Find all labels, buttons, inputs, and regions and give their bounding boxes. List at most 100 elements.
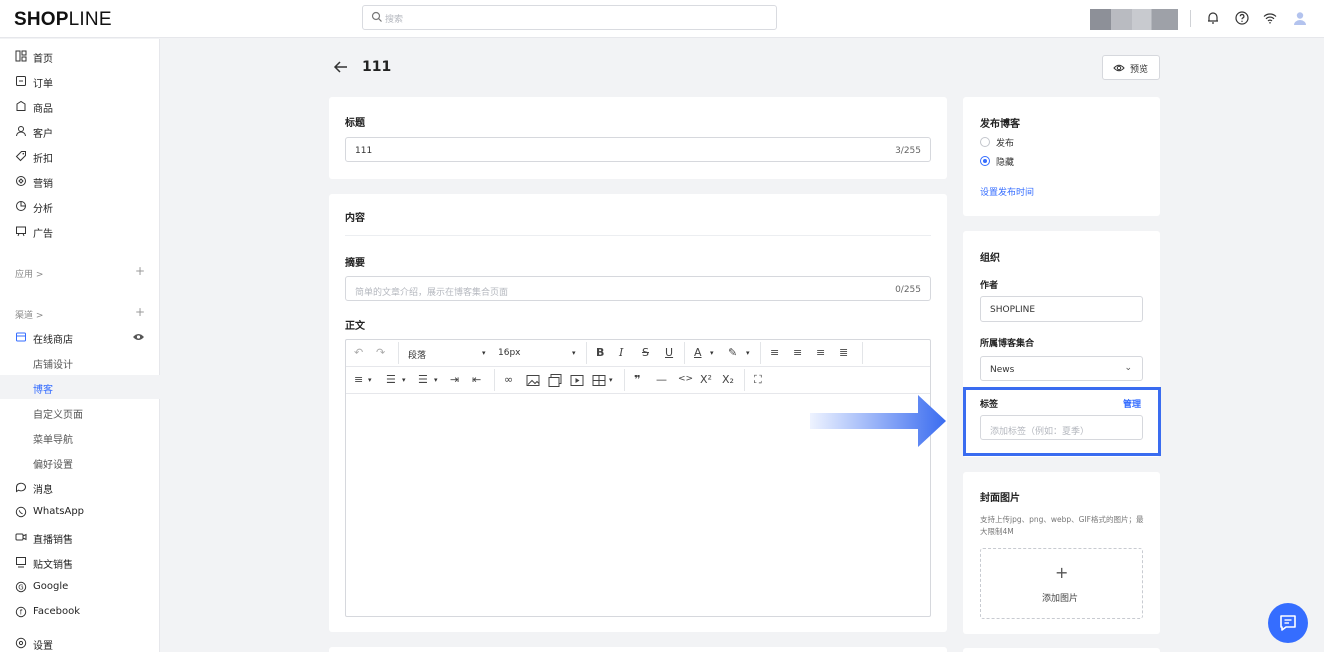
paragraph-dropdown-icon[interactable]: ▾: [482, 349, 486, 357]
sidebar-item-post-sales[interactable]: 贴文销售: [0, 550, 160, 574]
quote-icon[interactable]: ❞: [634, 373, 640, 388]
sidebar-item-messages[interactable]: 消息: [0, 475, 160, 499]
bullet-list-dropdown-icon[interactable]: ▾: [402, 376, 406, 384]
highlight-dropdown-icon[interactable]: ▾: [746, 349, 750, 357]
bullet-list-icon[interactable]: ☰: [386, 373, 396, 388]
publish-radio[interactable]: [980, 137, 990, 147]
toolbar-separator: [398, 342, 399, 364]
summary-label: 摘要: [345, 258, 365, 269]
text-color-dropdown-icon[interactable]: ▾: [710, 349, 714, 357]
sidebar-item-settings[interactable]: 设置: [0, 631, 160, 652]
next-side-card-peek: [963, 648, 1160, 652]
code-icon[interactable]: <>: [678, 374, 693, 389]
publish-card: 发布博客 发布 隐藏 设置发布时间: [963, 97, 1160, 216]
apps-section-label[interactable]: 应用 >: [15, 267, 43, 280]
upload-label: 添加图片: [1042, 594, 1079, 604]
marketing-icon: [16, 176, 26, 186]
underline-icon[interactable]: U: [665, 346, 673, 361]
organization-heading: 组织: [980, 253, 1000, 264]
sidebar-subitem-menu-nav[interactable]: 菜单导航: [0, 425, 160, 449]
channels-add-icon[interactable]: +: [135, 305, 145, 319]
body-label: 正文: [345, 321, 365, 332]
hide-option-label: 隐藏: [996, 158, 1015, 168]
align-left-icon[interactable]: ≡: [770, 346, 779, 361]
sidebar-item-whatsapp[interactable]: WhatsApp: [0, 500, 160, 524]
sidebar-item-customers[interactable]: 客户: [0, 119, 160, 143]
sidebar-subitem-preferences[interactable]: 偏好设置: [0, 450, 160, 474]
help-icon[interactable]: [1234, 10, 1250, 26]
fontsize-select[interactable]: 16px: [498, 348, 521, 358]
gallery-icon[interactable]: [548, 373, 562, 388]
back-arrow-icon[interactable]: [330, 58, 352, 76]
numbered-list-icon[interactable]: ☰: [418, 373, 428, 388]
link-icon[interactable]: ∞: [504, 373, 513, 388]
toolbar-separator: [760, 342, 761, 364]
sidebar-item-analytics[interactable]: 分析: [0, 194, 160, 218]
shopline-logo[interactable]: SHOPLINE: [14, 9, 112, 31]
schedule-publish-link[interactable]: 设置发布时间: [980, 185, 1034, 198]
sidebar-subitem-blog[interactable]: 博客: [0, 375, 160, 399]
sidebar-item-orders[interactable]: 订单: [0, 69, 160, 93]
bell-icon[interactable]: [1205, 10, 1221, 26]
sidebar-item-home[interactable]: 首页: [0, 44, 160, 68]
store-name-blurred[interactable]: [1090, 9, 1178, 30]
sidebar-item-google[interactable]: G Google: [0, 575, 160, 599]
bold-icon[interactable]: B: [596, 346, 604, 361]
sidebar-item-products[interactable]: 商品: [0, 94, 160, 118]
fullscreen-icon[interactable]: ⛶: [754, 373, 762, 388]
fontsize-dropdown-icon[interactable]: ▾: [572, 349, 576, 357]
table-dropdown-icon[interactable]: ▾: [609, 376, 613, 384]
rich-text-editor: ↶ ↷ 段落 ▾ 16px ▾ B I S U A ▾ ✎ ▾ ≡ ≡ ≡ ≣ …: [345, 339, 931, 617]
indent-icon[interactable]: ⇥: [450, 373, 459, 388]
line-height-dropdown-icon[interactable]: ▾: [368, 376, 372, 384]
hide-radio[interactable]: [980, 156, 990, 166]
sidebar-item-marketing[interactable]: 营销: [0, 169, 160, 193]
video-icon[interactable]: [570, 373, 584, 388]
align-justify-icon[interactable]: ≣: [839, 346, 848, 361]
search-placeholder: 搜索: [385, 15, 404, 25]
superscript-icon[interactable]: X²: [700, 373, 712, 388]
sidebar-item-live-sales[interactable]: 直播销售: [0, 525, 160, 549]
redo-icon[interactable]: ↷: [376, 346, 385, 361]
highlight-icon[interactable]: ✎: [728, 346, 737, 361]
sidebar-item-facebook[interactable]: f Facebook: [0, 600, 160, 624]
chat-support-button[interactable]: [1268, 603, 1308, 643]
wifi-icon[interactable]: [1262, 10, 1278, 26]
search-input[interactable]: 搜索: [362, 5, 777, 30]
horizontal-rule-icon[interactable]: —: [656, 373, 667, 388]
preview-button[interactable]: 预览: [1102, 55, 1160, 80]
strikethrough-icon[interactable]: S: [642, 346, 649, 361]
eye-icon[interactable]: [132, 332, 145, 342]
undo-icon[interactable]: ↶: [354, 346, 363, 361]
apps-add-icon[interactable]: +: [135, 264, 145, 278]
italic-icon[interactable]: I: [619, 346, 623, 361]
analytics-icon: [16, 201, 26, 211]
sidebar-item-ads[interactable]: 广告: [0, 219, 160, 243]
title-input[interactable]: 111 3/255: [345, 137, 931, 162]
sidebar-item-discounts[interactable]: 折扣: [0, 144, 160, 168]
align-right-icon[interactable]: ≡: [816, 346, 825, 361]
user-avatar-icon[interactable]: [1292, 10, 1308, 26]
table-icon[interactable]: [592, 373, 606, 388]
line-height-icon[interactable]: ≡: [354, 373, 363, 388]
title-card: 标题 111 3/255: [329, 97, 947, 179]
summary-input[interactable]: 简单的文章介绍，展示在博客集合页面 0/255: [345, 276, 931, 301]
sidebar-item-online-store[interactable]: 在线商店: [0, 325, 160, 349]
publish-heading: 发布博客: [980, 119, 1020, 130]
paragraph-select[interactable]: 段落: [408, 348, 426, 361]
align-center-icon[interactable]: ≡: [793, 346, 802, 361]
subscript-icon[interactable]: X₂: [722, 373, 734, 388]
collection-select[interactable]: News ⌄: [980, 356, 1143, 381]
numbered-list-dropdown-icon[interactable]: ▾: [434, 376, 438, 384]
summary-char-count: 0/255: [895, 285, 921, 295]
sidebar-subitem-store-design[interactable]: 店铺设计: [0, 350, 160, 374]
discount-icon: [15, 151, 26, 162]
upload-image-dropzone[interactable]: + 添加图片: [980, 548, 1143, 619]
cover-hint: 支持上传jpg、png、webp、GIF格式的图片；最大限制4M: [980, 515, 1144, 536]
image-icon[interactable]: [526, 373, 540, 388]
sidebar-subitem-custom-pages[interactable]: 自定义页面: [0, 400, 160, 424]
channels-section-label[interactable]: 渠道 >: [15, 308, 43, 321]
outdent-icon[interactable]: ⇤: [472, 373, 481, 388]
author-input[interactable]: SHOPLINE: [980, 296, 1143, 322]
text-color-icon[interactable]: A: [694, 346, 702, 361]
